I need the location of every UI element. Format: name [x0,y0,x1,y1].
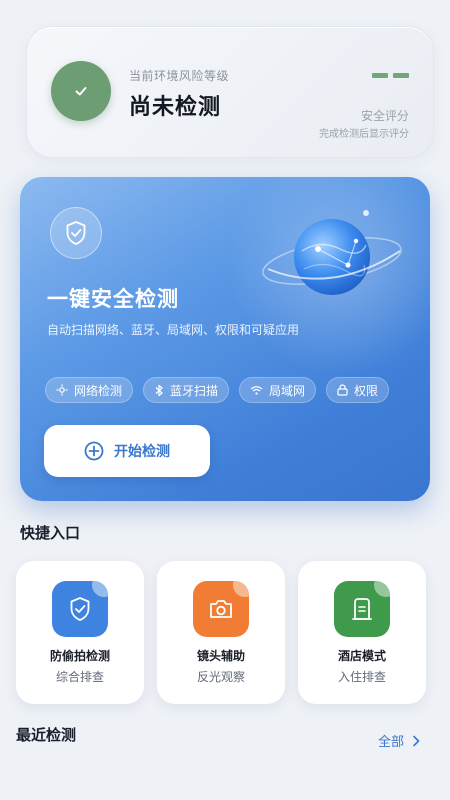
view-all-link[interactable]: 全部 [378,731,420,750]
hero-description: 自动扫描网络、蓝牙、局域网、权限和可疑应用 [47,323,300,337]
quick-entry-sub: 反光观察 [196,670,245,684]
quick-icon-tile [52,581,108,637]
one-click-scan-card[interactable]: 一键安全检测 自动扫描网络、蓝牙、局域网、权限和可疑应用 网络检测 蓝牙扫描 局… [20,177,430,501]
quick-entry-name: 镜头辅助 [196,649,245,663]
risk-level-label: 当前环境风险等级 [129,69,230,83]
shield-check-icon [70,597,90,621]
door-icon [352,598,372,620]
lock-icon [337,384,348,396]
start-scan-label: 开始检测 [114,444,170,460]
score-dash [372,73,388,78]
icon-corner-decoration [374,581,390,597]
quick-entry-lens-assist[interactable]: 镜头辅助 反光观察 [157,561,285,704]
security-score-placeholder [372,73,409,78]
plus-circle-icon [84,441,104,461]
chip-bluetooth[interactable]: 蓝牙扫描 [143,377,230,403]
quick-entry-sub: 入住排查 [337,670,386,684]
camera-icon [210,600,232,618]
quick-entry-name: 防偷拍检测 [49,649,110,663]
network-icon [56,384,68,396]
start-scan-button[interactable]: 开始检测 [44,425,210,477]
security-score-hint: 完成检测后显示评分 [319,129,409,140]
quick-entry-title: 快捷入口 [20,524,81,542]
chip-network[interactable]: 网络检测 [45,377,134,403]
recent-scans-title: 最近检测 [16,726,77,744]
hero-title: 一键安全检测 [47,287,179,311]
chevron-right-icon [413,735,420,746]
security-score-label: 安全评分 [360,109,409,123]
risk-level-value: 尚未检测 [129,95,222,120]
bluetooth-icon [155,384,163,396]
wifi-icon [250,386,263,395]
chip-label: 局域网 [269,383,306,398]
shield-check-icon [66,221,86,245]
chip-lan[interactable]: 局域网 [239,377,317,403]
chip-permission[interactable]: 权限 [326,377,390,403]
icon-corner-decoration [233,581,249,597]
icon-corner-decoration [92,581,108,597]
quick-entry-sub: 综合排查 [55,670,104,684]
risk-level-indicator [51,61,111,121]
score-dash [393,73,409,78]
chip-label: 网络检测 [74,383,123,398]
checkmark-icon [75,87,87,96]
scan-scope-chips: 网络检测 蓝牙扫描 局域网 权限 [45,377,390,403]
hero-shield-badge [50,207,102,259]
globe-illustration [262,210,402,295]
chip-label: 蓝牙扫描 [170,383,219,398]
chip-label: 权限 [354,383,379,398]
quick-entry-anti-spy[interactable]: 防偷拍检测 综合排查 [16,561,144,704]
quick-entry-hotel-mode[interactable]: 酒店模式 入住排查 [298,561,426,704]
quick-icon-tile [193,581,249,637]
quick-entry-name: 酒店模式 [337,649,386,663]
risk-status-card: 当前环境风险等级 尚未检测 安全评分 完成检测后显示评分 [26,26,434,158]
view-all-label: 全部 [377,735,404,750]
quick-icon-tile [334,581,390,637]
